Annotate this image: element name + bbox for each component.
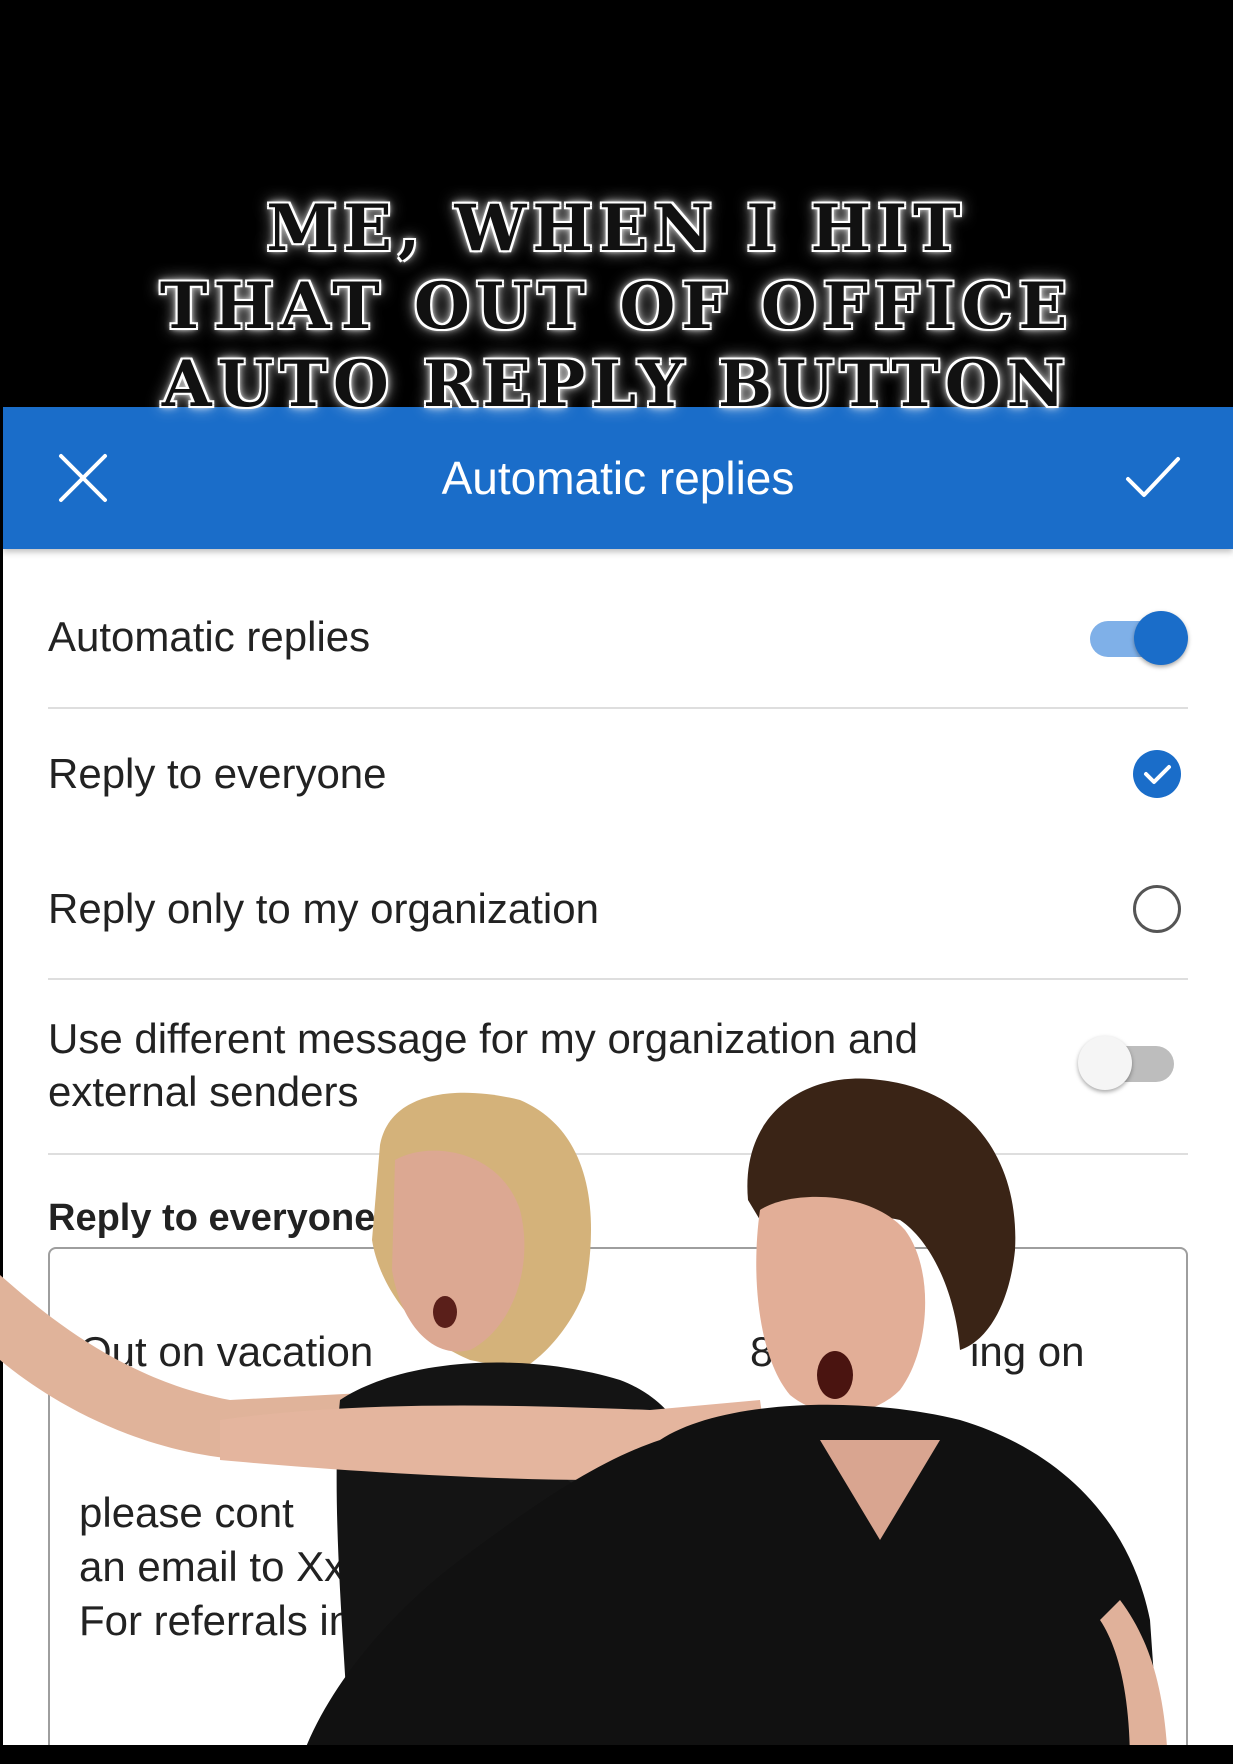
meme-screenshot: ME, WHEN I HIT THAT OUT OF OFFICE AUTO R… xyxy=(0,0,1233,1764)
automatic-replies-screen: Automatic replies Automatic replies Repl… xyxy=(3,407,1233,1764)
reply-everyone-label: Reply to everyone xyxy=(48,750,387,797)
checked-circle-icon xyxy=(1133,750,1181,798)
divider xyxy=(48,978,1188,980)
message-line-1-fragment: 8/ xyxy=(750,1328,786,1375)
checkmark-icon xyxy=(1126,457,1180,497)
bottom-bar xyxy=(0,1745,1233,1764)
empty-circle-icon xyxy=(1133,885,1181,933)
page-title: Automatic replies xyxy=(441,452,795,504)
app-bar: Automatic replies xyxy=(3,407,1233,549)
close-icon xyxy=(59,454,107,502)
message-heading: Reply to everyone xyxy=(48,1197,376,1239)
divider xyxy=(48,1153,1188,1155)
reply-everyone-option[interactable]: Reply to everyone xyxy=(48,747,1188,807)
reply-everyone-radio[interactable] xyxy=(1132,749,1182,799)
message-textarea[interactable]: Out on vacation 8/ ing on please cont an… xyxy=(48,1247,1188,1764)
caption-line-1: ME, WHEN I HIT xyxy=(266,191,967,266)
meme-caption: ME, WHEN I HIT THAT OUT OF OFFICE AUTO R… xyxy=(0,190,1233,424)
different-message-row[interactable]: Use different message for my organizatio… xyxy=(48,1012,1188,1127)
automatic-replies-label: Automatic replies xyxy=(48,613,371,660)
message-line-1-fragment: ing on xyxy=(970,1328,1085,1375)
save-button[interactable] xyxy=(1108,433,1198,523)
divider xyxy=(48,707,1188,709)
toggle-knob xyxy=(1078,1036,1132,1090)
message-line-3: please cont xyxy=(79,1489,294,1536)
message-line-5: For referrals inq xyxy=(79,1597,376,1644)
different-message-label-line1: Use different message for my organizatio… xyxy=(48,1015,919,1062)
reply-org-radio[interactable] xyxy=(1132,884,1182,934)
caption-line-3: AUTO REPLY BUTTON xyxy=(161,347,1072,422)
automatic-replies-row[interactable]: Automatic replies xyxy=(48,607,1188,667)
message-line-4: an email to Xx xyxy=(79,1543,346,1590)
different-message-toggle[interactable] xyxy=(1078,1032,1178,1092)
reply-org-option[interactable]: Reply only to my organization xyxy=(48,882,1188,942)
close-button[interactable] xyxy=(38,433,128,523)
automatic-replies-toggle[interactable] xyxy=(1088,607,1188,667)
toggle-knob xyxy=(1134,611,1188,665)
different-message-label-line2: external senders xyxy=(48,1068,359,1115)
caption-line-2: THAT OUT OF OFFICE xyxy=(159,269,1074,344)
reply-org-label: Reply only to my organization xyxy=(48,885,599,932)
